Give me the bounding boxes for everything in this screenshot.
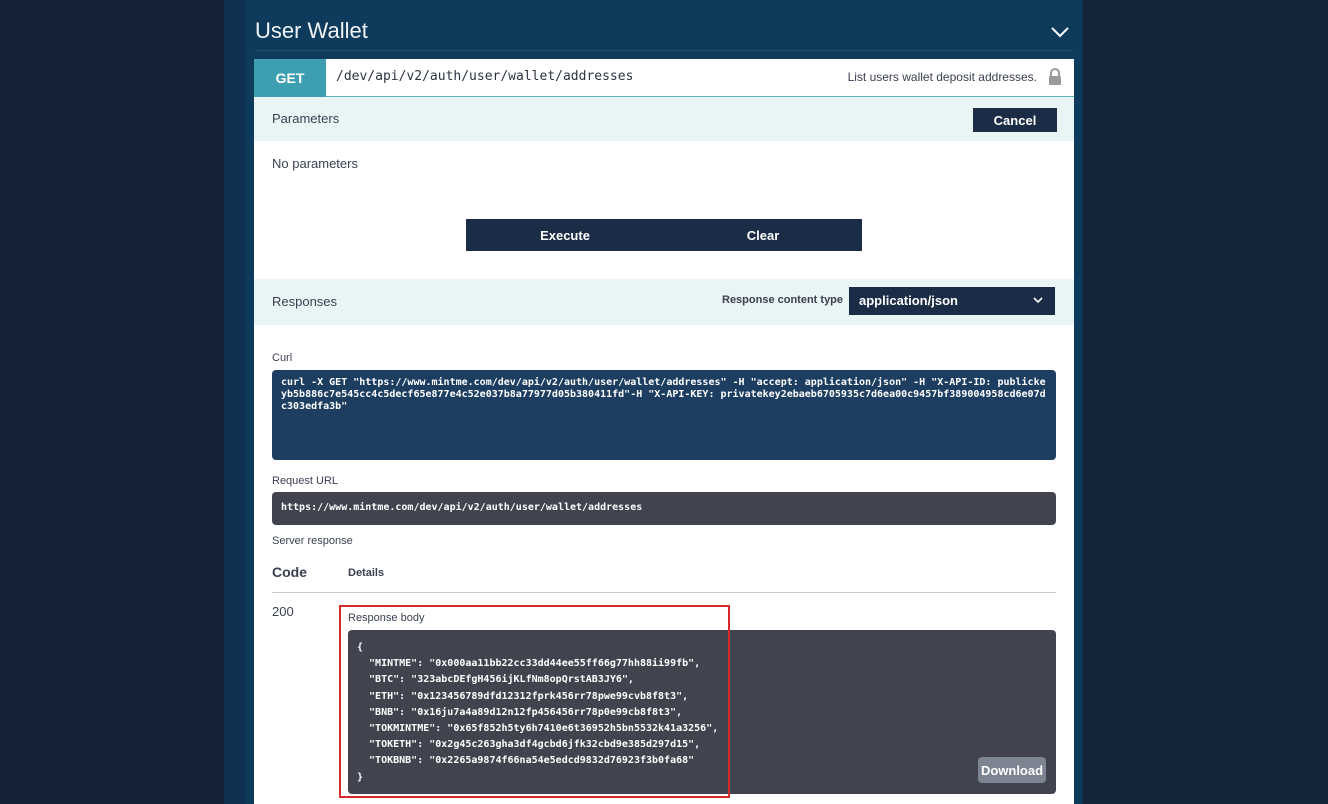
response-body-line: "BTC": "323abcDEfgH456ijKLfNm8opQrstAB3J… bbox=[357, 674, 634, 686]
parameters-header: Parameters Cancel bbox=[254, 97, 1074, 141]
operation-path: /dev/api/v2/auth/user/wallet/addresses bbox=[336, 69, 634, 84]
operation-description: List users wallet deposit addresses. bbox=[847, 70, 1037, 84]
select-chevron-icon bbox=[1033, 297, 1043, 304]
download-button[interactable]: Download bbox=[978, 757, 1046, 783]
server-response-label: Server response bbox=[272, 535, 353, 547]
clear-button[interactable]: Clear bbox=[664, 219, 862, 251]
code-column-header: Code bbox=[272, 564, 307, 580]
response-body-line: } bbox=[357, 771, 364, 783]
cancel-button[interactable]: Cancel bbox=[973, 108, 1057, 132]
curl-label: Curl bbox=[272, 352, 293, 364]
responses-heading: Responses bbox=[272, 294, 338, 309]
details-column-header: Details bbox=[348, 567, 385, 579]
operation-panel: Parameters Cancel No parameters Execute … bbox=[254, 97, 1074, 804]
execute-button[interactable]: Execute bbox=[466, 219, 664, 251]
response-body-line: "MINTME": "0x000aa11bb22cc33dd44ee55ff66… bbox=[357, 658, 701, 670]
response-body-line: "ETH": "0x123456789dfd12312fprk456rr78pw… bbox=[357, 690, 689, 702]
execute-wrapper: Execute Clear bbox=[466, 219, 862, 251]
title-divider bbox=[255, 50, 1073, 51]
responses-header: Responses Response content type applicat… bbox=[254, 279, 1074, 325]
response-body-line: "TOKBNB": "0x2265a9874f66na54e5edcd9832d… bbox=[357, 755, 695, 767]
response-body-line: "TOKETH": "0x2g45c263gha3df4gcbd6jfk32cb… bbox=[357, 739, 701, 751]
response-table-divider bbox=[272, 592, 1056, 593]
response-body-line: "TOKMINTME": "0x65f852h5ty6h7410e6t36952… bbox=[357, 723, 719, 735]
method-badge: GET bbox=[254, 59, 326, 97]
request-url-label: Request URL bbox=[272, 475, 339, 487]
left-background bbox=[0, 0, 224, 804]
response-content-type-select[interactable]: application/json bbox=[849, 287, 1055, 315]
chevron-down-icon[interactable] bbox=[1050, 24, 1070, 40]
right-background bbox=[1083, 0, 1328, 804]
curl-command[interactable]: curl -X GET "https://www.mintme.com/dev/… bbox=[272, 370, 1056, 460]
lock-icon[interactable] bbox=[1048, 68, 1062, 86]
selected-content-type: application/json bbox=[859, 293, 958, 308]
request-url-value[interactable]: https://www.mintme.com/dev/api/v2/auth/u… bbox=[272, 492, 1056, 525]
response-status-code: 200 bbox=[272, 604, 294, 619]
section-title[interactable]: User Wallet bbox=[255, 18, 368, 44]
response-content-type-label: Response content type bbox=[722, 294, 844, 306]
parameters-heading: Parameters bbox=[272, 111, 340, 126]
response-body-line: "BNB": "0x16ju7a4a89d12n12fp456456rr78p0… bbox=[357, 706, 683, 718]
response-body-label: Response body bbox=[348, 612, 425, 624]
operation-summary-bar[interactable]: GET /dev/api/v2/auth/user/wallet/address… bbox=[254, 59, 1074, 97]
no-parameters-text: No parameters bbox=[272, 156, 358, 171]
response-body-line: { bbox=[357, 642, 364, 653]
response-body[interactable]: { "MINTME": "0x000aa11bb22cc33dd44ee55ff… bbox=[348, 630, 1056, 794]
